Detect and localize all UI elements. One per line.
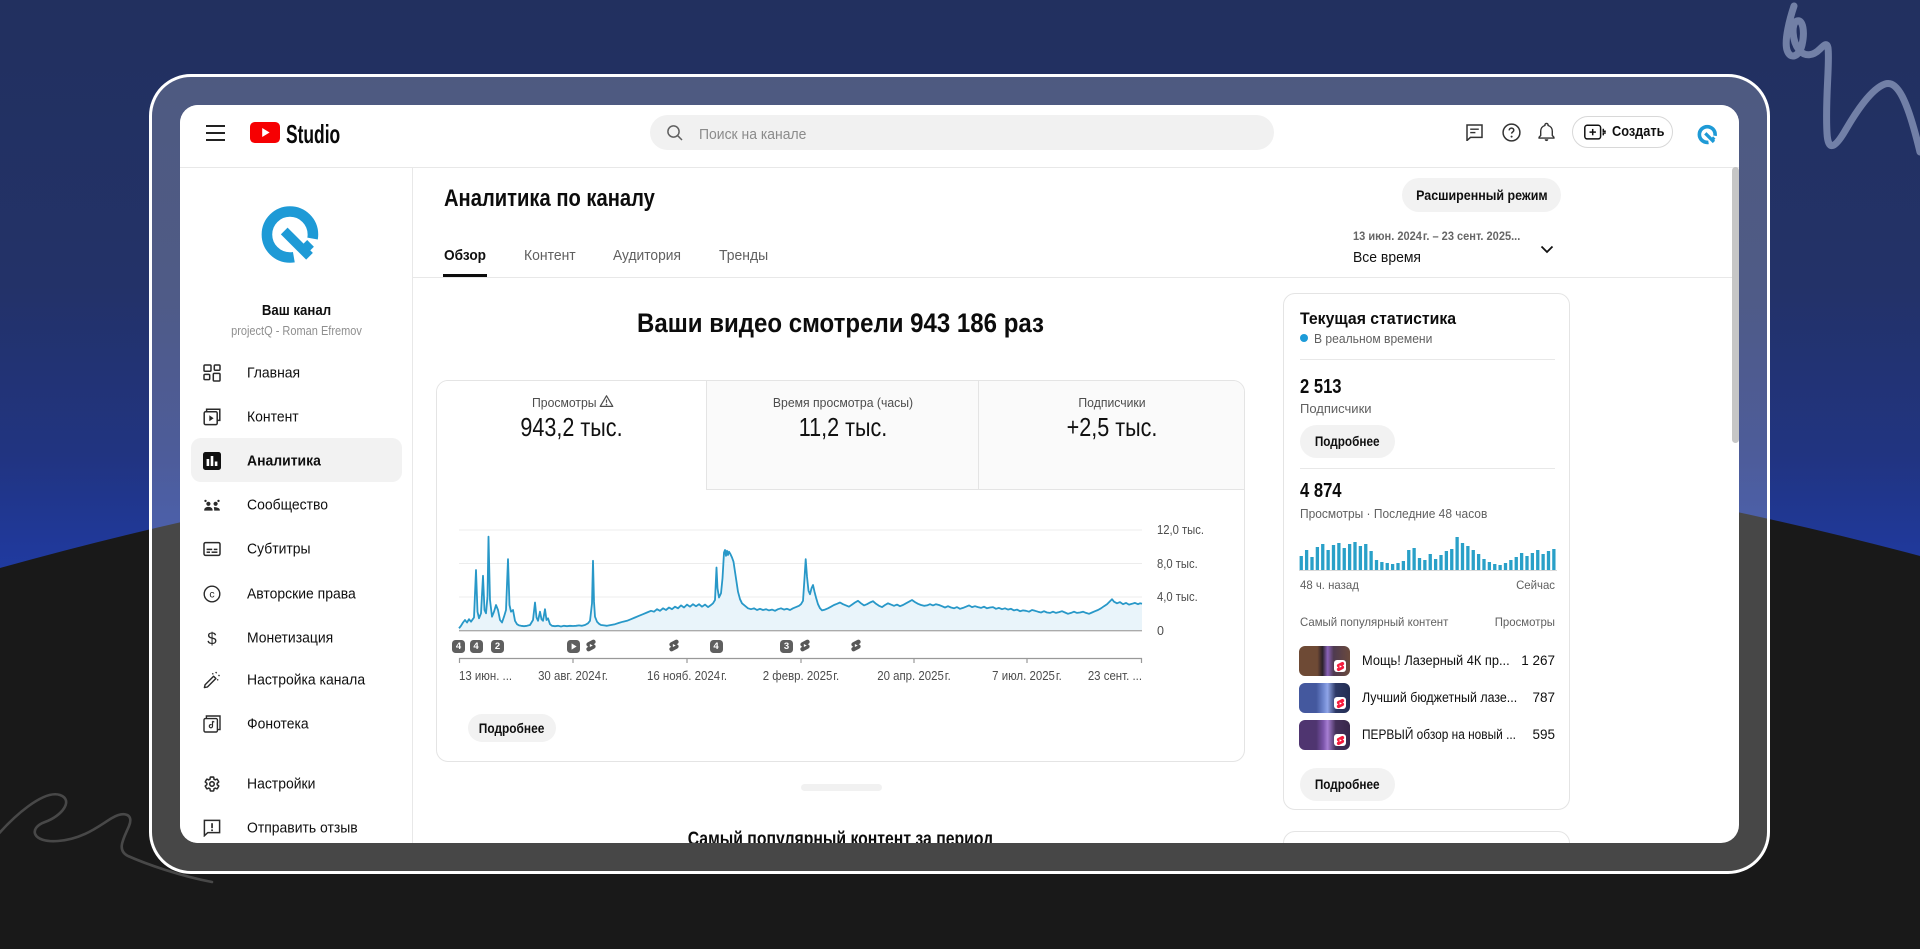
svg-text:c: c (209, 589, 214, 601)
svg-text:$: $ (207, 629, 217, 647)
